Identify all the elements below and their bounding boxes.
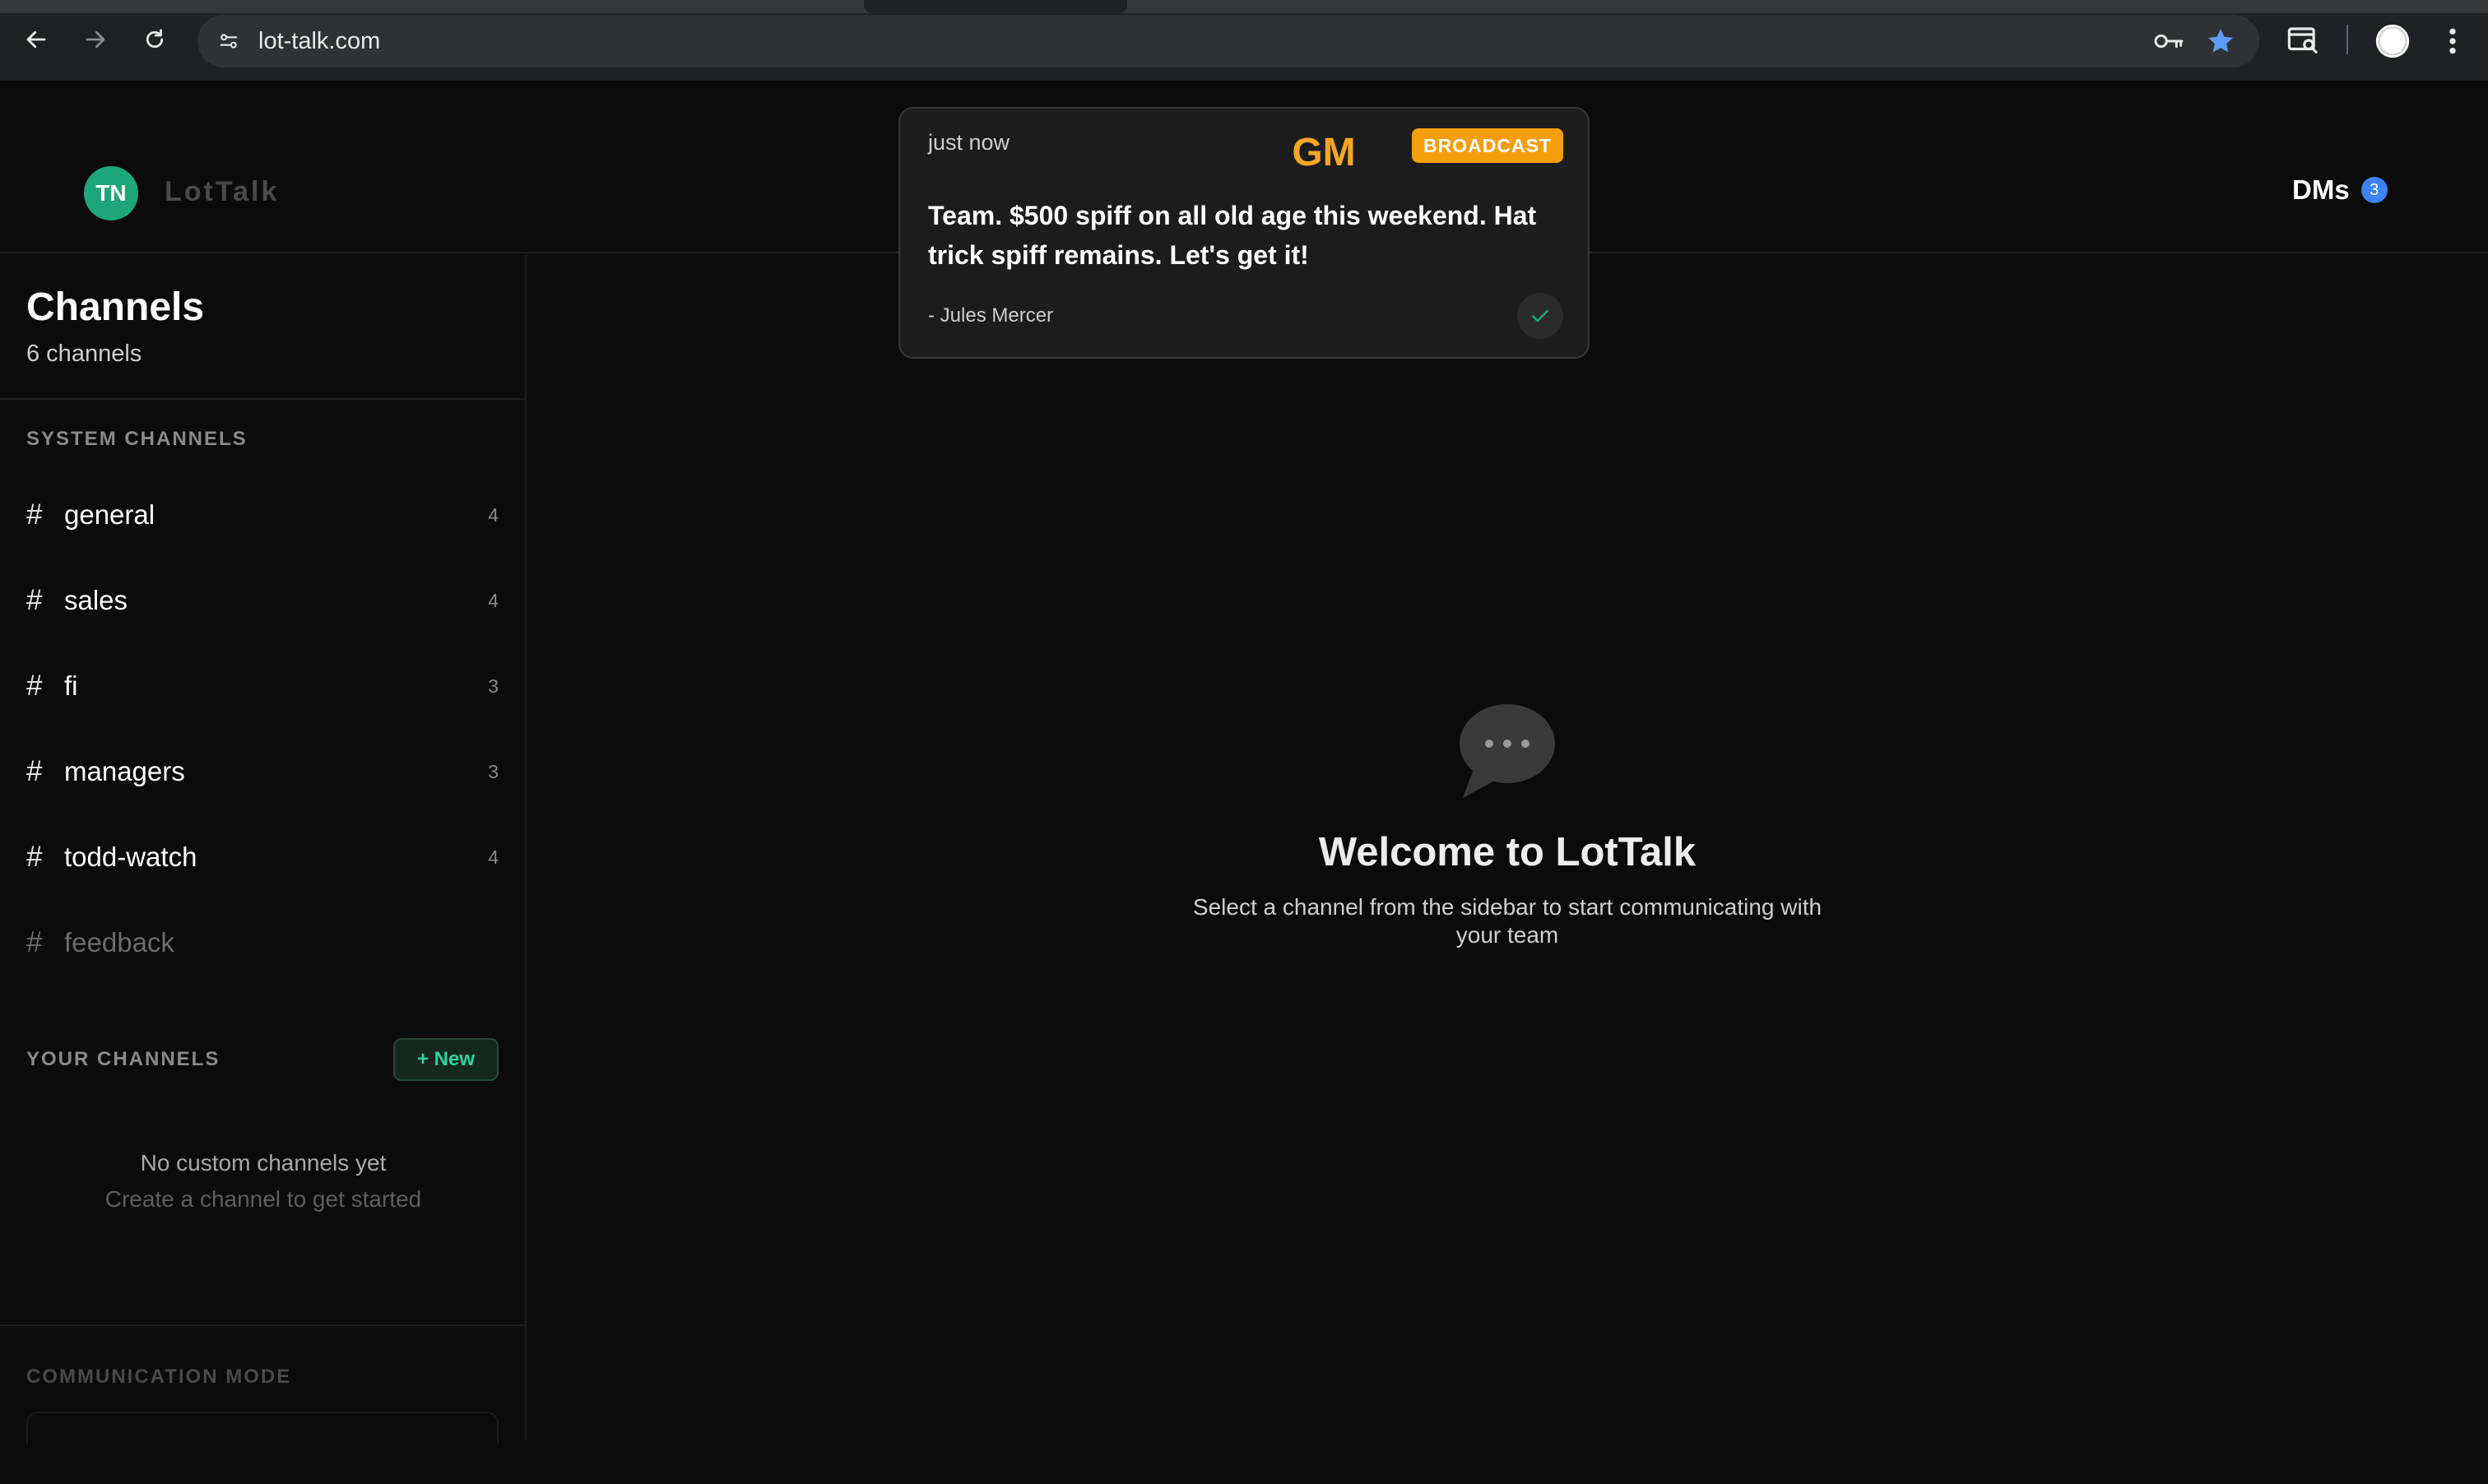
sidebar-title: Channels [26,285,205,329]
channel-member-count: 4 [488,503,499,526]
dms-label: DMs [2292,174,2350,205]
channel-name: feedback [64,927,174,958]
sidebar-divider [0,398,527,400]
empty-state-title: No custom channels yet [140,1150,387,1176]
welcome-title: Welcome to LotTalk [1318,830,1697,874]
broadcast-badge: BROADCAST [1412,128,1563,163]
password-key-icon[interactable] [2152,28,2185,54]
new-channel-button[interactable]: + New [393,1038,499,1081]
tab-strip [0,0,2488,13]
channel-item-managers[interactable]: # managers 3 [0,739,527,805]
notification-message: Team. $500 spiff on all old age this wee… [928,201,1537,270]
tab-search-icon[interactable] [2286,23,2320,62]
communication-mode-selector[interactable] [26,1412,499,1445]
channel-name: sales [64,585,128,615]
url-text[interactable]: lot-talk.com [258,26,380,56]
channel-member-count: 4 [488,589,499,611]
channel-name: managers [64,756,185,786]
active-tab[interactable] [864,0,1127,13]
channel-item-fi[interactable]: # fi 3 [0,653,527,719]
channel-item-general[interactable]: # general 4 [0,482,527,548]
communication-mode-label: COMMUNICATION MODE [26,1366,292,1388]
welcome-subtitle: Select a channel from the sidebar to sta… [1192,894,1822,948]
hash-icon: # [26,499,43,531]
profile-avatar-icon[interactable] [2374,23,2411,63]
hash-icon: # [26,584,43,616]
hash-icon: # [26,926,43,958]
dms-button[interactable]: DMs 3 [2292,174,2388,206]
acknowledge-check-icon[interactable] [1517,293,1563,339]
your-channels-label: YOUR CHANNELS [26,1048,220,1070]
browser-chrome: lot-talk.com [0,0,2488,81]
browser-menu-icon[interactable] [2440,25,2465,62]
speech-bubble-icon [1456,701,1558,803]
hash-icon: # [26,841,43,873]
sender-role: GM [1292,131,1356,174]
app-logo: LotTalk [165,176,280,207]
channel-count: 6 channels [26,341,142,367]
notification-sender: - Jules Mercer [928,304,1054,327]
notification-time: just now [928,130,1010,155]
user-avatar[interactable]: TN [84,166,138,220]
channel-item-todd-watch[interactable]: # todd-watch 4 [0,824,527,890]
channel-item-sales[interactable]: # sales 4 [0,568,527,633]
dms-count-badge: 3 [2360,177,2388,203]
system-channels-label: SYSTEM CHANNELS [26,428,248,450]
channel-name: general [64,499,156,530]
reload-icon[interactable] [137,21,173,58]
sidebar-divider [0,1324,527,1326]
channel-item-feedback[interactable]: # feedback [0,910,527,976]
bookmark-star-icon[interactable] [2205,26,2238,57]
address-bar[interactable]: lot-talk.com [197,15,2259,67]
toolbar-divider [2346,25,2348,54]
channel-sidebar: Channels 6 channels SYSTEM CHANNELS # ge… [0,255,527,1445]
channel-member-count: 3 [488,760,499,782]
back-icon[interactable] [18,21,54,58]
hash-icon: # [26,670,43,702]
channel-name: todd-watch [64,842,197,872]
broadcast-notification[interactable]: just now GM BROADCAST Team. $500 spiff o… [898,107,1590,359]
hash-icon: # [26,755,43,787]
site-settings-icon[interactable] [216,28,242,54]
empty-state-hint: Create a channel to get started [104,1186,422,1212]
channel-name: fi [64,670,78,701]
forward-icon[interactable] [77,21,114,58]
channel-member-count: 4 [488,846,499,868]
channel-member-count: 3 [488,675,499,697]
